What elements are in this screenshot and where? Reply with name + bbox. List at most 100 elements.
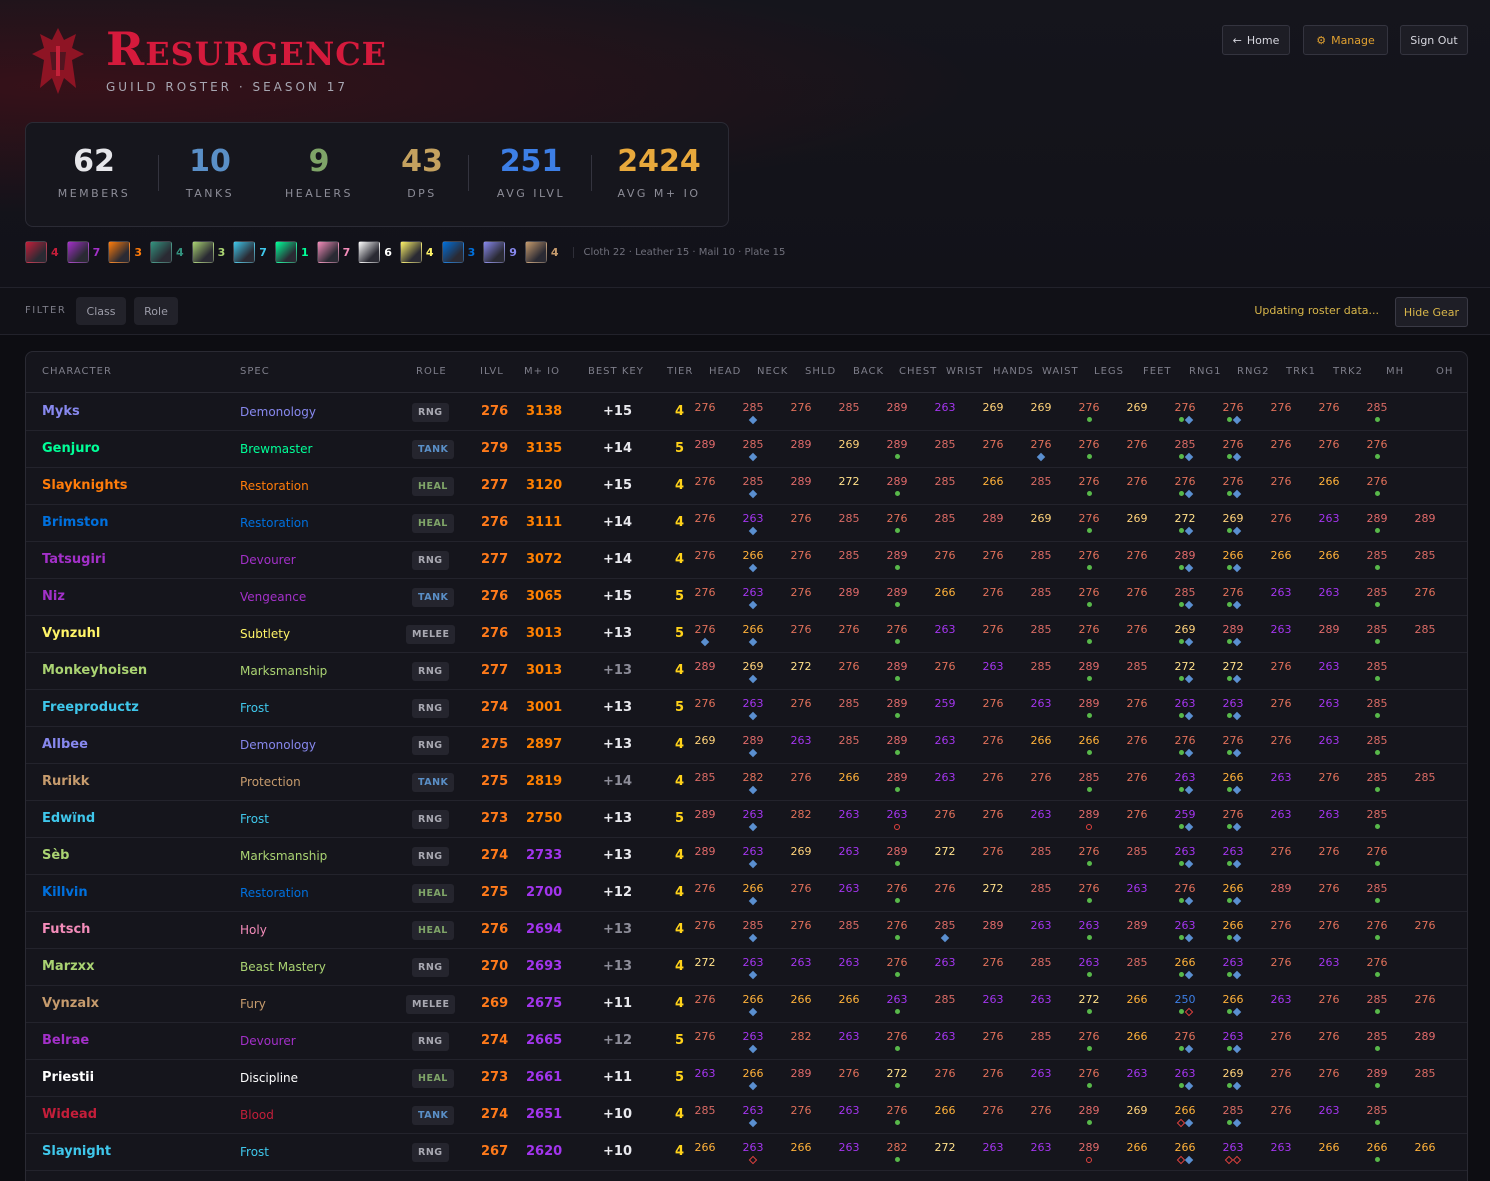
gear-slot-trk1[interactable]: 263: [1263, 993, 1299, 1016]
character-name[interactable]: Vynzalx: [42, 996, 99, 1011]
gear-slot-shld[interactable]: 276: [783, 1104, 819, 1127]
gear-slot-back[interactable]: 276: [831, 660, 867, 683]
table-row[interactable]: Vynzalx Fury MELEE 269 2675 +11 4 276 266 266 266 2…: [26, 986, 1467, 1023]
gear-slot-feet[interactable]: 285: [1119, 660, 1155, 683]
class-count[interactable]: 4: [399, 241, 434, 263]
gear-slot-chest[interactable]: 289: [879, 734, 915, 757]
gear-slot-mh[interactable]: 276: [1359, 845, 1395, 868]
gear-slot-rng2[interactable]: 289: [1215, 623, 1251, 647]
gear-slot-mh[interactable]: 285: [1359, 771, 1395, 794]
gear-slot-back[interactable]: 263: [831, 1104, 867, 1127]
gear-slot-rng2[interactable]: 263: [1215, 845, 1251, 869]
character-name[interactable]: Slaynight: [42, 1144, 111, 1159]
gear-slot-waist[interactable]: 263: [1023, 1067, 1059, 1090]
gear-slot-waist[interactable]: 285: [1023, 475, 1059, 498]
gear-slot-wrist[interactable]: 272: [927, 845, 963, 868]
gear-slot-back[interactable]: 285: [831, 734, 867, 757]
class-count[interactable]: 4: [25, 241, 59, 263]
gear-slot-neck[interactable]: 263: [735, 845, 771, 869]
gear-slot-chest[interactable]: 276: [879, 956, 915, 979]
gear-slot-back[interactable]: 269: [831, 438, 867, 461]
gear-slot-trk2[interactable]: 263: [1311, 697, 1347, 720]
table-row[interactable]: Futsch Holy HEAL 276 2694 +13 4 276 285 276 285 276…: [26, 912, 1467, 949]
class-filter-button[interactable]: Class: [76, 297, 126, 325]
gear-slot-neck[interactable]: 289: [735, 734, 771, 758]
gear-slot-chest[interactable]: 282: [879, 1141, 915, 1164]
gear-slot-neck[interactable]: 269: [735, 660, 771, 684]
gear-slot-oh[interactable]: 285: [1407, 623, 1443, 646]
gear-slot-back[interactable]: 263: [831, 956, 867, 979]
character-name[interactable]: Myks: [42, 404, 80, 419]
gear-slot-head[interactable]: 269: [687, 734, 723, 757]
gear-slot-shld[interactable]: 282: [783, 1030, 819, 1053]
gear-slot-shld[interactable]: 263: [783, 734, 819, 757]
gear-slot-head[interactable]: 276: [687, 993, 723, 1016]
gear-slot-back[interactable]: 285: [831, 512, 867, 535]
table-row[interactable]: Slayknights Restoration HEAL 277 3120 +15 4 276…: [26, 468, 1467, 505]
hide-gear-button[interactable]: Hide Gear: [1395, 297, 1468, 327]
gear-slot-shld[interactable]: 289: [783, 475, 819, 498]
gear-slot-mh[interactable]: 276: [1359, 956, 1395, 979]
gear-slot-chest[interactable]: 276: [879, 1030, 915, 1053]
gear-slot-rng2[interactable]: 266: [1215, 771, 1251, 795]
home-button[interactable]: ← Home: [1222, 25, 1290, 55]
gear-slot-mh[interactable]: 285: [1359, 882, 1395, 905]
gear-slot-hands[interactable]: 276: [975, 1104, 1011, 1127]
gear-slot-chest[interactable]: 289: [879, 438, 915, 461]
gear-slot-chest[interactable]: 289: [879, 549, 915, 572]
gear-slot-trk2[interactable]: 276: [1311, 919, 1347, 942]
gear-slot-feet[interactable]: 276: [1119, 438, 1155, 461]
table-row[interactable]: Marzxx Beast Mastery RNG 270 2693 +13 4 272 263 2…: [26, 949, 1467, 986]
character-name[interactable]: Brimston: [42, 515, 108, 530]
gear-slot-rng2[interactable]: 276: [1215, 475, 1251, 499]
gear-slot-feet[interactable]: 266: [1119, 993, 1155, 1016]
gear-slot-legs[interactable]: 276: [1071, 1067, 1107, 1090]
gear-slot-rng2[interactable]: 269: [1215, 512, 1251, 536]
gear-slot-legs[interactable]: 276: [1071, 882, 1107, 905]
gear-slot-back[interactable]: 276: [831, 1067, 867, 1090]
gear-slot-rng1[interactable]: 289: [1167, 549, 1203, 573]
gear-slot-oh[interactable]: 289: [1407, 1030, 1443, 1053]
table-row[interactable]: Monkeyhoisen Marksmanship RNG 277 3013 +13 4 28…: [26, 653, 1467, 690]
gear-slot-rng1[interactable]: 259: [1167, 808, 1203, 832]
gear-slot-hands[interactable]: 276: [975, 438, 1011, 461]
character-name[interactable]: Belrae: [42, 1033, 89, 1048]
gear-slot-feet[interactable]: 289: [1119, 919, 1155, 942]
gear-slot-neck[interactable]: 285: [735, 475, 771, 499]
gear-slot-shld[interactable]: 276: [783, 401, 819, 424]
gear-slot-chest[interactable]: 276: [879, 1104, 915, 1127]
gear-slot-hands[interactable]: 276: [975, 586, 1011, 609]
gear-slot-waist[interactable]: 263: [1023, 697, 1059, 720]
gear-slot-legs[interactable]: 289: [1071, 697, 1107, 720]
gear-slot-trk2[interactable]: 266: [1311, 549, 1347, 572]
gear-slot-neck[interactable]: 263: [735, 956, 771, 980]
gear-slot-mh[interactable]: 285: [1359, 549, 1395, 572]
gear-slot-shld[interactable]: 272: [783, 660, 819, 683]
gear-slot-legs[interactable]: 276: [1071, 438, 1107, 461]
gear-slot-head[interactable]: 285: [687, 1104, 723, 1127]
gear-slot-trk2[interactable]: 276: [1311, 845, 1347, 868]
gear-slot-head[interactable]: 276: [687, 623, 723, 647]
column-header-ilvl[interactable]: ILVL: [480, 366, 504, 377]
character-name[interactable]: Niz: [42, 589, 65, 604]
gear-slot-trk1[interactable]: 276: [1263, 919, 1299, 942]
column-header-rng2[interactable]: RNG2: [1237, 366, 1270, 377]
gear-slot-chest[interactable]: 276: [879, 882, 915, 905]
column-header-mh[interactable]: MH: [1386, 366, 1404, 377]
table-row[interactable]: Brimston Restoration HEAL 276 3111 +14 4 276 263…: [26, 505, 1467, 542]
gear-slot-mh[interactable]: 285: [1359, 660, 1395, 683]
gear-slot-trk1[interactable]: 276: [1263, 845, 1299, 868]
class-count[interactable]: 9: [483, 241, 517, 263]
gear-slot-trk1[interactable]: 276: [1263, 1067, 1299, 1090]
gear-slot-trk2[interactable]: 263: [1311, 808, 1347, 831]
gear-slot-trk2[interactable]: 276: [1311, 1030, 1347, 1053]
table-row[interactable]: Slaynight Frost RNG 267 2620 +10 4 266 263 266 263…: [26, 1134, 1467, 1171]
gear-slot-trk1[interactable]: 263: [1263, 623, 1299, 646]
gear-slot-shld[interactable]: 276: [783, 512, 819, 535]
gear-slot-chest[interactable]: 263: [879, 808, 915, 831]
gear-slot-rng1[interactable]: 266: [1167, 956, 1203, 980]
gear-slot-trk1[interactable]: 263: [1263, 771, 1299, 794]
gear-slot-mh[interactable]: 285: [1359, 697, 1395, 720]
gear-slot-rng2[interactable]: 266: [1215, 993, 1251, 1017]
gear-slot-rng1[interactable]: 276: [1167, 1030, 1203, 1054]
